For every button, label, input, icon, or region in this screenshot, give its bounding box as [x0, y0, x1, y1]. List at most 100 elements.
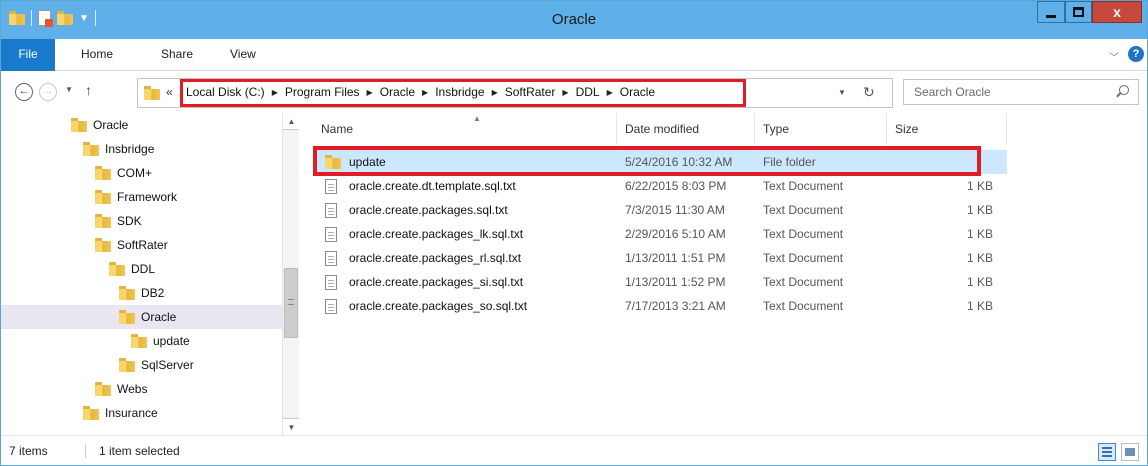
status-bar: 7 items 1 item selected	[1, 435, 1147, 465]
scroll-down-icon[interactable]: ▼	[283, 418, 299, 435]
table-row[interactable]: oracle.create.packages.sql.txt 7/3/2015 1…	[313, 198, 1007, 222]
address-overflow-icon[interactable]: «	[166, 85, 173, 99]
text-file-icon	[325, 275, 337, 290]
file-date-modified: 6/22/2015 8:03 PM	[625, 179, 727, 193]
folder-icon	[83, 142, 99, 156]
tree-item[interactable]: Insurance	[1, 401, 283, 425]
column-size[interactable]: Size	[887, 113, 1007, 145]
text-file-icon	[325, 299, 337, 314]
column-date-label: Date modified	[625, 122, 700, 136]
close-icon: x	[1113, 4, 1121, 20]
expand-ribbon-icon[interactable]: ﹀	[1109, 49, 1119, 64]
file-size: 1 KB	[966, 251, 993, 265]
table-row[interactable]: oracle.create.packages_rl.sql.txt 1/13/20…	[313, 246, 1007, 270]
column-size-label: Size	[895, 122, 919, 136]
tab-share[interactable]: Share	[161, 39, 193, 71]
title-bar[interactable]: ▼ Oracle x	[1, 1, 1147, 39]
file-size: 1 KB	[966, 275, 993, 289]
item-count: 7 items	[9, 444, 48, 458]
folder-icon	[95, 166, 111, 180]
tab-home[interactable]: Home	[81, 39, 113, 71]
folder-icon	[131, 334, 147, 348]
folder-icon	[95, 238, 111, 252]
address-bar[interactable]: « Local Disk (C:) ▶ Program Files ▶ Oracle ▶ I…	[137, 78, 893, 108]
file-name: oracle.create.packages_si.sql.txt	[349, 275, 524, 289]
file-size: 1 KB	[966, 227, 993, 241]
details-view-icon[interactable]	[1098, 443, 1116, 461]
address-dropdown-icon[interactable]: ▼	[838, 88, 846, 97]
forward-button[interactable]: →	[39, 83, 57, 101]
address-highlight-box	[180, 79, 746, 107]
file-name: update	[349, 155, 386, 169]
column-type-label: Type	[763, 122, 790, 136]
file-date-modified: 7/3/2015 11:30 AM	[625, 203, 725, 217]
refresh-icon[interactable]: ↻	[863, 84, 875, 101]
search-icon[interactable]	[1119, 85, 1129, 95]
scroll-up-icon[interactable]: ▲	[283, 113, 299, 130]
tree-item[interactable]: Webs	[1, 377, 283, 401]
ribbon-tabs: File Home Share View ﹀ ?	[1, 39, 1147, 71]
navigation-pane: Oracle Insbridge COM+ Framework SDK SoftRater…	[1, 113, 299, 435]
file-type: Text Document	[763, 227, 844, 241]
tree-item[interactable]: update	[1, 329, 283, 353]
tree-item[interactable]: DB2	[1, 281, 283, 305]
column-type[interactable]: Type	[755, 113, 887, 145]
status-divider	[85, 444, 86, 458]
back-button[interactable]: ←	[15, 83, 33, 101]
table-row[interactable]: oracle.create.packages_lk.sql.txt 2/29/20…	[313, 222, 1007, 246]
tree-item-label: update	[153, 334, 190, 348]
tree-item-label: SoftRater	[117, 238, 168, 252]
folder-icon	[71, 118, 87, 132]
search-box	[903, 79, 1139, 105]
large-icons-view-icon[interactable]	[1121, 443, 1139, 461]
navigation-scrollbar[interactable]: ▲ ▼	[282, 113, 299, 435]
tree-item-label: COM+	[117, 166, 153, 180]
tree-item[interactable]: Oracle	[1, 305, 283, 329]
column-date-modified[interactable]: Date modified	[617, 113, 755, 145]
up-button[interactable]: ↑	[85, 82, 92, 98]
tree-item[interactable]: SqlServer	[1, 353, 283, 377]
folder-icon	[119, 286, 135, 300]
table-row[interactable]: oracle.create.dt.template.sql.txt 6/22/20…	[313, 174, 1007, 198]
file-type: Text Document	[763, 203, 844, 217]
file-date-modified: 5/24/2016 10:32 AM	[625, 155, 733, 169]
file-type: Text Document	[763, 275, 844, 289]
tree-item[interactable]: Insbridge	[1, 137, 283, 161]
folder-icon	[95, 190, 111, 204]
tree-item[interactable]: COM+	[1, 161, 283, 185]
folder-icon	[83, 406, 99, 420]
text-file-icon	[325, 179, 337, 194]
minimize-button[interactable]	[1037, 1, 1065, 23]
search-input[interactable]	[904, 80, 1114, 104]
help-icon[interactable]: ?	[1128, 46, 1144, 62]
file-name: oracle.create.packages_rl.sql.txt	[349, 251, 522, 265]
tree-item[interactable]: SDK	[1, 209, 283, 233]
text-file-icon	[325, 251, 337, 266]
tree-item-label: SDK	[117, 214, 142, 228]
tab-view[interactable]: View	[230, 39, 256, 71]
address-row: ← → ▼ ↑ « Local Disk (C:) ▶ Program Files ▶…	[1, 73, 1147, 111]
scroll-thumb[interactable]	[284, 268, 298, 338]
maximize-button[interactable]	[1065, 1, 1092, 23]
tree-item-label: DB2	[141, 286, 165, 300]
file-list: Name ▲ Date modified Type Size update 5/2…	[299, 113, 1147, 435]
column-name[interactable]: Name ▲	[313, 113, 617, 145]
tab-file[interactable]: File	[1, 39, 55, 71]
tree-item[interactable]: Oracle	[1, 113, 283, 137]
folder-icon	[119, 310, 135, 324]
tree-item-label: Oracle	[93, 118, 129, 132]
folder-icon	[325, 155, 341, 169]
table-row[interactable]: oracle.create.packages_si.sql.txt 1/13/20…	[313, 270, 1007, 294]
file-type: File folder	[763, 155, 816, 169]
tree-item-label: Framework	[117, 190, 178, 204]
close-button[interactable]: x	[1092, 1, 1142, 23]
tree-item-label: Insurance	[105, 406, 158, 420]
recent-locations-icon[interactable]: ▼	[65, 85, 73, 94]
file-size: 1 KB	[966, 203, 993, 217]
tree-item[interactable]: DDL	[1, 257, 283, 281]
tree-item[interactable]: Framework	[1, 185, 283, 209]
table-row[interactable]: oracle.create.packages_so.sql.txt 7/17/20…	[313, 294, 1007, 318]
table-row[interactable]: update 5/24/2016 10:32 AM File folder	[313, 150, 1007, 174]
tree-item[interactable]: SoftRater	[1, 233, 283, 257]
text-file-icon	[325, 227, 337, 242]
